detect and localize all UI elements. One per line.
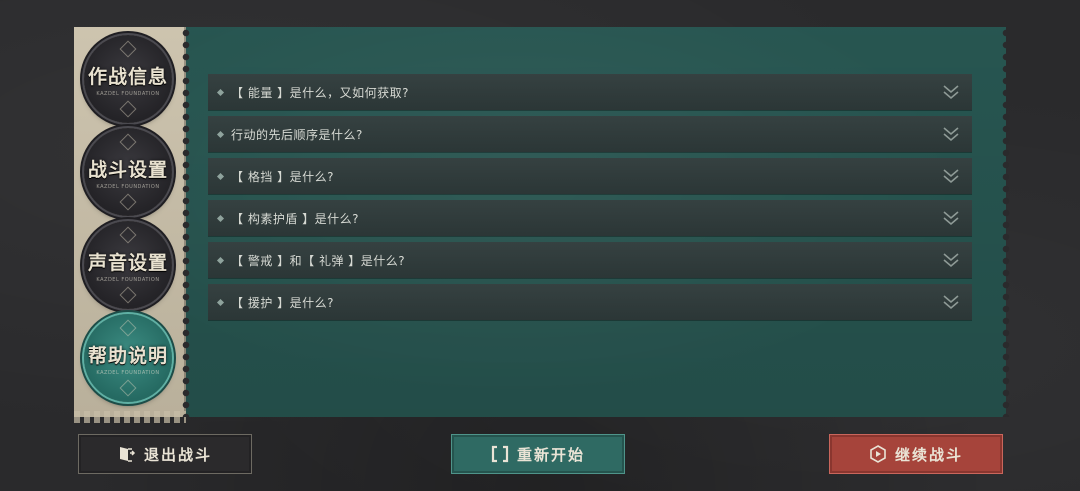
pause-menu: 作战信息 KAZDEL FOUNDATION 战斗设置 KAZDEL FOUND…: [0, 0, 1080, 491]
tab-label: 战斗设置: [87, 158, 168, 181]
tab-ornament: [119, 319, 137, 337]
chevron-double-down-icon[interactable]: [942, 210, 960, 226]
play-hexagon-icon: [870, 445, 886, 463]
faq-question: 【 构素护盾 】是什么?: [231, 211, 359, 226]
faq-item-cover[interactable]: 【 援护 】是什么?: [208, 284, 972, 320]
tab-ornament: [119, 379, 137, 397]
diamond-bullet-icon: [216, 214, 225, 222]
tab-ornament: [119, 193, 137, 211]
exit-door-icon: [119, 447, 136, 462]
tab-label: 作战信息: [87, 65, 168, 88]
restart-label: 重新开始: [516, 445, 585, 464]
continue-battle-label: 继续战斗: [894, 445, 963, 464]
tab-ornament: [119, 286, 137, 304]
faq-question: 【 援护 】是什么?: [231, 295, 334, 310]
tab-sublabel: KAZDEL FOUNDATION: [96, 183, 160, 190]
diamond-bullet-icon: [216, 172, 225, 180]
exit-battle-button[interactable]: 退出战斗: [78, 434, 252, 474]
chevron-double-down-icon[interactable]: [942, 252, 960, 268]
faq-question: 【 能量 】是什么，又如何获取?: [231, 85, 409, 100]
chevron-double-down-icon[interactable]: [942, 294, 960, 310]
tab-sublabel: KAZDEL FOUNDATION: [96, 276, 160, 283]
menu-tab-strip: 作战信息 KAZDEL FOUNDATION 战斗设置 KAZDEL FOUND…: [74, 27, 186, 423]
diamond-bullet-icon: [216, 298, 225, 306]
tab-ornament: [119, 226, 137, 244]
continue-battle-button[interactable]: 继续战斗: [829, 434, 1003, 474]
chevron-double-down-icon[interactable]: [942, 126, 960, 142]
tab-sublabel: KAZDEL FOUNDATION: [96, 90, 160, 97]
help-panel: 【 能量 】是什么，又如何获取? 行动的先后顺序是什么? 【 格挡 】是什么?: [182, 27, 1010, 417]
chevron-double-down-icon[interactable]: [942, 168, 960, 184]
tab-ornament: [119, 133, 137, 151]
tab-label: 帮助说明: [87, 344, 168, 367]
diamond-bullet-icon: [216, 256, 225, 264]
faq-item-construct-shield[interactable]: 【 构素护盾 】是什么?: [208, 200, 972, 236]
faq-item-energy[interactable]: 【 能量 】是什么，又如何获取?: [208, 74, 972, 110]
panel-perforation: [1002, 27, 1010, 417]
tab-sublabel: KAZDEL FOUNDATION: [96, 369, 160, 376]
tab-help[interactable]: 帮助说明 KAZDEL FOUNDATION: [84, 314, 172, 402]
panel-perforation: [182, 27, 190, 417]
faq-item-alert-salute[interactable]: 【 警戒 】和【 礼弹 】是什么?: [208, 242, 972, 278]
faq-question: 行动的先后顺序是什么?: [231, 127, 363, 142]
tab-label: 声音设置: [87, 251, 168, 274]
restart-button[interactable]: 重新开始: [451, 434, 625, 474]
tab-ornament: [119, 100, 137, 118]
faq-question: 【 格挡 】是什么?: [231, 169, 334, 184]
faq-list: 【 能量 】是什么，又如何获取? 行动的先后顺序是什么? 【 格挡 】是什么?: [208, 74, 972, 326]
diamond-bullet-icon: [216, 88, 225, 96]
chevron-double-down-icon[interactable]: [942, 84, 960, 100]
tab-battle-info[interactable]: 作战信息 KAZDEL FOUNDATION: [84, 35, 172, 123]
tab-ornament: [119, 40, 137, 58]
faq-item-action-order[interactable]: 行动的先后顺序是什么?: [208, 116, 972, 152]
exit-battle-label: 退出战斗: [143, 445, 212, 464]
tab-sound-settings[interactable]: 声音设置 KAZDEL FOUNDATION: [84, 221, 172, 309]
tab-battle-settings[interactable]: 战斗设置 KAZDEL FOUNDATION: [84, 128, 172, 216]
diamond-bullet-icon: [216, 130, 225, 138]
faq-question: 【 警戒 】和【 礼弹 】是什么?: [231, 253, 406, 268]
restart-brackets-icon: [491, 445, 509, 463]
faq-item-block[interactable]: 【 格挡 】是什么?: [208, 158, 972, 194]
